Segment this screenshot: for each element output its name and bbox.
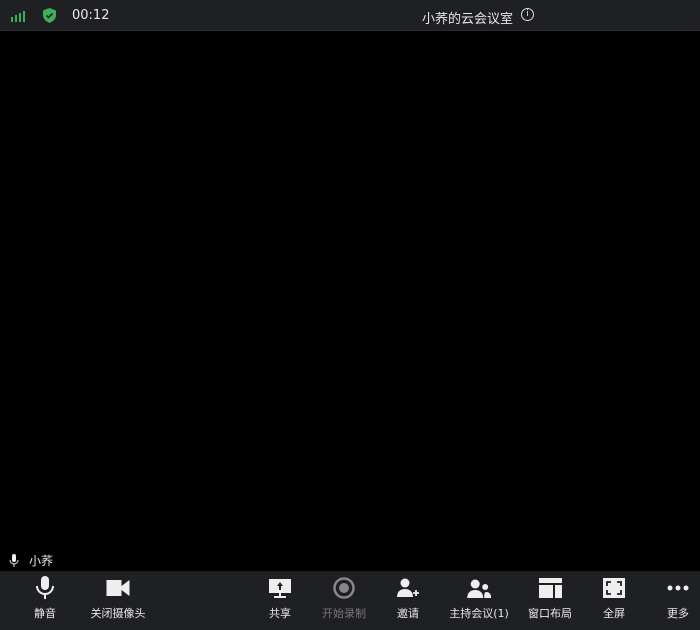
participant-label: 小荞 xyxy=(9,552,53,569)
record-icon xyxy=(333,577,355,599)
participant-name: 小荞 xyxy=(29,554,54,568)
microphone-icon xyxy=(9,553,19,567)
bottom-toolbar: 静音 关闭摄像头 共享 开始录制 邀请 主持会议(1) 窗口布局 全屏 更多 xyxy=(0,571,700,630)
info-icon[interactable]: i xyxy=(521,8,534,21)
video-stage xyxy=(0,32,700,571)
mute-button[interactable]: 静音 xyxy=(34,571,56,630)
top-bar: 00:12 小荞的云会议室 i xyxy=(0,0,700,31)
fullscreen-icon xyxy=(603,578,625,598)
record-label: 开始录制 xyxy=(322,607,366,620)
record-button[interactable]: 开始录制 xyxy=(322,571,366,630)
layout-button[interactable]: 窗口布局 xyxy=(528,571,572,630)
share-screen-icon xyxy=(269,578,291,598)
participants-icon xyxy=(467,579,492,598)
camera-label: 关闭摄像头 xyxy=(90,607,146,620)
meeting-title: 小荞的云会议室 xyxy=(422,12,514,27)
invite-label: 邀请 xyxy=(397,607,419,620)
security-shield-icon[interactable] xyxy=(43,8,56,23)
fullscreen-button[interactable]: 全屏 xyxy=(603,571,625,630)
share-button[interactable]: 共享 xyxy=(269,571,291,630)
more-button[interactable]: 更多 xyxy=(667,571,689,630)
layout-icon xyxy=(538,578,562,598)
fullscreen-label: 全屏 xyxy=(603,607,625,620)
host-meeting-button[interactable]: 主持会议(1) xyxy=(449,571,509,630)
camera-button[interactable]: 关闭摄像头 xyxy=(91,571,146,630)
more-icon xyxy=(667,585,689,591)
meeting-timer: 00:12 xyxy=(72,8,110,23)
signal-icon[interactable] xyxy=(11,10,25,22)
host-meeting-label: 主持会议(1) xyxy=(449,607,509,620)
layout-label: 窗口布局 xyxy=(528,607,572,620)
add-user-icon xyxy=(397,578,419,597)
more-label: 更多 xyxy=(667,607,689,620)
microphone-icon xyxy=(36,576,54,599)
mute-label: 静音 xyxy=(34,607,56,620)
invite-button[interactable]: 邀请 xyxy=(397,571,419,630)
camera-icon xyxy=(106,580,130,596)
share-label: 共享 xyxy=(269,607,291,620)
